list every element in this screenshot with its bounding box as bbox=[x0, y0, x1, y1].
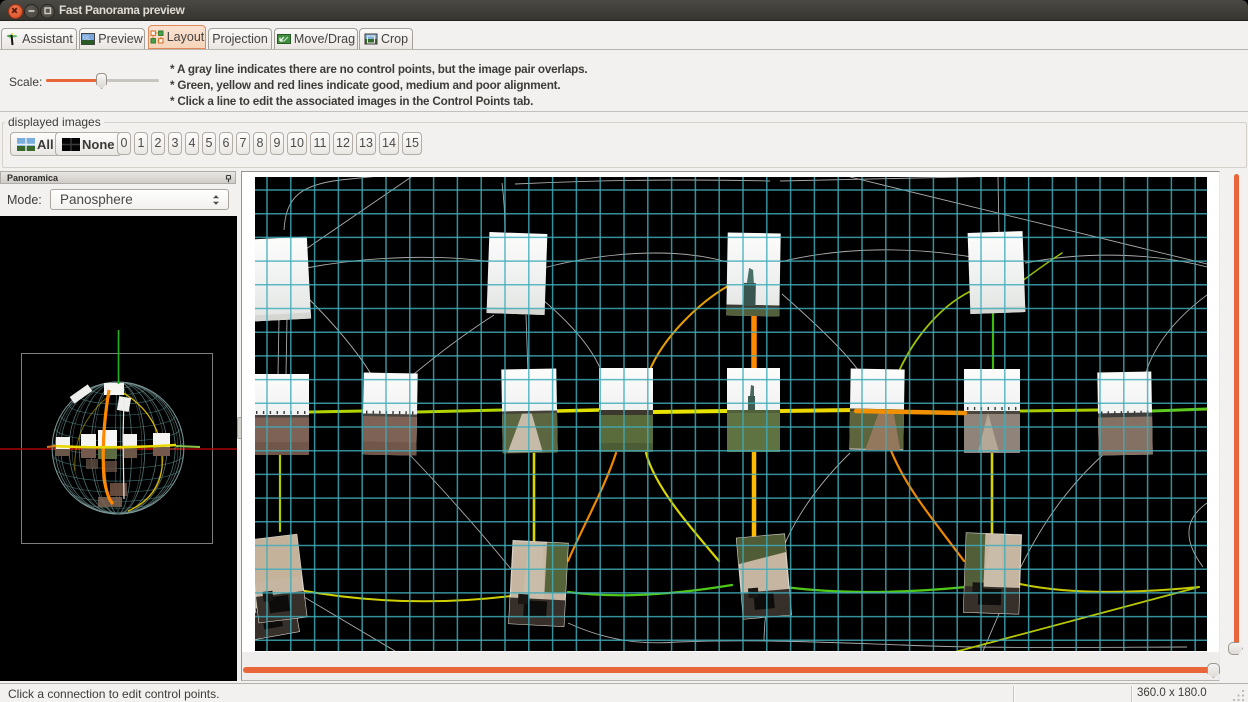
svg-text:GL: GL bbox=[83, 36, 90, 42]
